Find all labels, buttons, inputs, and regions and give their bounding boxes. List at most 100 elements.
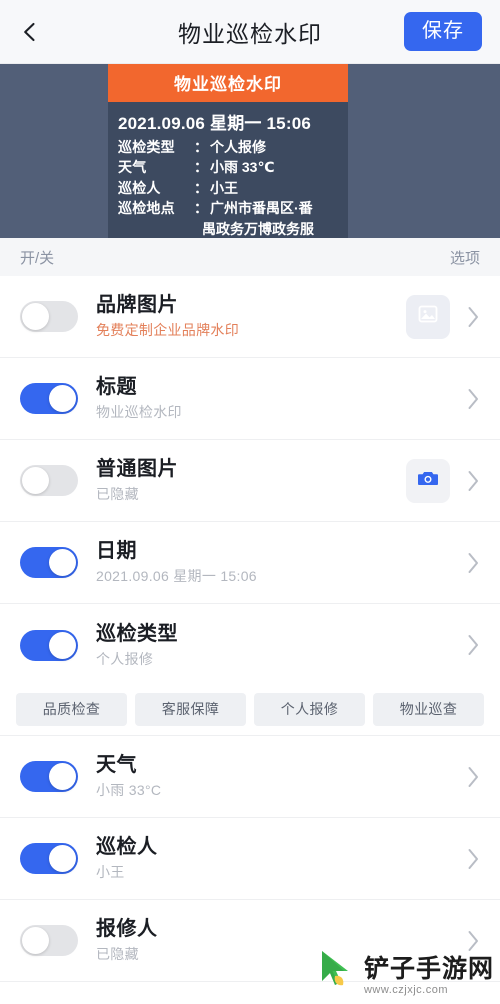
list-item[interactable]: 维修负责人 [0,982,500,1004]
watermark-field-label: 巡检人 [118,178,194,198]
watermark-field-type: 巡检类型 ： 个人报修 [118,137,338,157]
arrow-left-icon [18,19,44,45]
toggle-repair-reporter[interactable] [20,925,78,956]
list-item[interactable]: 巡检类型 个人报修 [0,604,500,686]
list-item-partial[interactable]: 维修负责人 [0,982,500,1004]
list-item[interactable]: 标题 物业巡检水印 [0,358,500,440]
list-item-text: 日期 2021.09.06 星期一 15:06 [96,539,464,585]
chip-property-patrol[interactable]: 物业巡查 [373,693,484,726]
toggle-knob [49,549,76,576]
toggle-title[interactable] [20,383,78,414]
chevron-right-icon[interactable] [464,306,482,328]
section-header: 开/关 选项 [0,238,500,276]
watermark-field-value: 小雨 33℃ [210,159,275,176]
toggle-knob [49,763,76,790]
app-screen: 物业巡检水印 保存 物业巡检水印 2021.09.06 星期一 15:06 巡检… [0,0,500,1004]
chip-service-guarantee[interactable]: 客服保障 [135,693,246,726]
watermark-label-text: 巡检人 [118,179,161,196]
list-item-actions [464,848,482,870]
list-item-actions [406,294,482,339]
list-item-subtitle: 个人报修 [96,650,154,667]
toggle-inspector[interactable] [20,843,78,874]
watermark-label-text: 天气 [118,159,147,176]
image-icon [416,302,440,331]
toggle-date[interactable] [20,547,78,578]
watermark-field-weather: 天气 ： 小雨 33℃ [118,157,338,177]
list-item-title: 标题 [96,376,137,399]
watermark-field-value: 小王 [210,179,238,196]
chevron-right-icon[interactable] [464,766,482,788]
chip-personal-repair[interactable]: 个人报修 [254,693,365,726]
list-item-actions [464,930,482,952]
chevron-right-icon[interactable] [464,848,482,870]
app-bar: 物业巡检水印 保存 [0,0,500,64]
toggle-knob [22,303,49,330]
back-button[interactable] [18,10,62,54]
watermark-colon: ： [194,200,208,217]
list-item-text: 标题 物业巡检水印 [96,375,464,421]
section-header-left-label: 开/关 [20,249,55,267]
watermark-colon: ： [194,139,208,155]
watermark-body: 2021.09.06 星期一 15:06 巡检类型 ： 个人报修 天气 ： 小雨… [108,102,348,238]
save-button[interactable]: 保存 [404,12,482,51]
watermark-field-value: 广州市番禺区·番 [210,200,313,217]
list-item-subtitle: 已隐藏 [96,486,139,503]
list-item[interactable]: 报修人 已隐藏 [0,900,500,982]
list-item-subtitle: 免费定制企业品牌水印 [96,322,239,339]
watermark-field-label: 巡检类型 [118,139,175,155]
list-item-title: 品牌图片 [96,294,178,317]
toggle-knob [22,467,49,494]
list-item-subtitle: 已隐藏 [96,946,139,963]
toggle-weather[interactable] [20,761,78,792]
chip-quality-check[interactable]: 品质检查 [16,693,127,726]
list-item[interactable]: 天气 小雨 33°C [0,736,500,818]
list-item[interactable]: 普通图片 已隐藏 [0,440,500,522]
toggle-knob [49,845,76,872]
section-header-right-label: 选项 [449,249,480,267]
chevron-right-icon[interactable] [464,388,482,410]
watermark-field-inspector: 巡检人 ： 小王 [118,178,338,198]
watermark-colon: ： [194,159,208,176]
watermark-colon: ： [194,179,208,196]
watermark-field-label: 天气 [118,157,194,177]
list-item-title: 报修人 [96,918,158,941]
chevron-right-icon[interactable] [464,470,482,492]
toggle-knob [49,631,76,659]
watermark-field-location-line2: 禺政务万博政务服 [202,220,314,237]
list-item-actions [406,458,482,503]
list-item-subtitle: 小雨 33°C [96,782,162,799]
list-item-subtitle: 小王 [96,864,125,881]
list-item-actions [464,552,482,574]
settings-list: 品牌图片 免费定制企业品牌水印 标题 物业巡检水印 普通图片 已隐藏 日期 20… [0,276,500,1004]
list-item-subtitle: 2021.09.06 星期一 15:06 [96,568,257,585]
camera-thumbnail[interactable] [406,458,450,503]
camera-icon [416,466,440,495]
chevron-right-icon[interactable] [464,930,482,952]
watermark-datetime: 2021.09.06 星期一 15:06 [118,114,312,133]
chevron-right-icon[interactable] [464,634,482,656]
list-item-text: 品牌图片 免费定制企业品牌水印 [96,293,406,339]
toggle-brand-image[interactable] [20,301,78,332]
list-item-title: 日期 [96,540,137,563]
list-item-text: 巡检人 小王 [96,835,464,881]
watermark-preview[interactable]: 物业巡检水印 2021.09.06 星期一 15:06 巡检类型 ： 个人报修 … [0,64,500,238]
list-item-text: 报修人 已隐藏 [96,917,464,963]
list-item[interactable]: 日期 2021.09.06 星期一 15:06 [0,522,500,604]
list-item-text: 巡检类型 个人报修 [96,622,464,668]
list-item-text: 普通图片 已隐藏 [96,457,406,503]
list-item-title: 天气 [96,754,137,777]
list-item-text: 天气 小雨 33°C [96,753,464,799]
watermark-banner-title: 物业巡检水印 [108,64,348,102]
watermark-field-value: 个人报修 [210,139,266,155]
watermark-card: 物业巡检水印 2021.09.06 星期一 15:06 巡检类型 ： 个人报修 … [108,64,348,238]
toggle-inspection-type[interactable] [20,629,78,661]
chevron-right-icon[interactable] [464,552,482,574]
list-item-subtitle: 物业巡检水印 [96,404,182,421]
watermark-field-label: 巡检地点 [118,200,175,217]
list-item[interactable]: 巡检人 小王 [0,818,500,900]
brand-image-thumbnail[interactable] [406,294,450,339]
watermark-field-location: 巡检地点 ： 广州市番禺区·番 [118,198,338,218]
inspection-type-chips: 品质检查 客服保障 个人报修 物业巡查 [0,686,500,736]
toggle-normal-image[interactable] [20,465,78,496]
list-item[interactable]: 品牌图片 免费定制企业品牌水印 [0,276,500,358]
